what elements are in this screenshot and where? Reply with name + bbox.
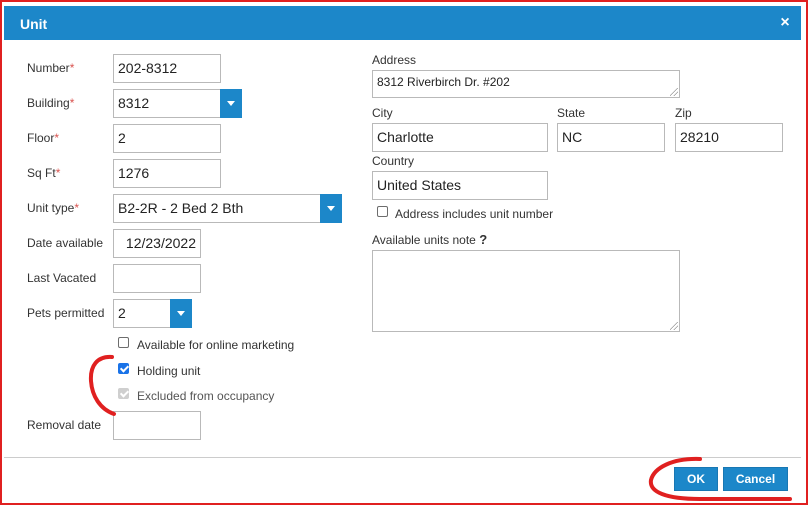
holding-unit-label: Holding unit <box>137 364 201 378</box>
city-label: City <box>372 106 393 120</box>
pets-permitted-select[interactable]: 2 <box>113 299 171 328</box>
dialog-title: Unit <box>20 16 48 32</box>
date-available-field[interactable]: 12/23/2022 <box>113 229 201 258</box>
unit-type-label: Unit type* <box>27 201 80 215</box>
unit-type-chevron-down-icon[interactable] <box>320 194 342 223</box>
address-includes-unit-checkbox[interactable] <box>377 206 388 217</box>
online-marketing-label: Available for online marketing <box>137 338 295 352</box>
building-label: Building* <box>27 96 75 110</box>
ok-button[interactable]: OK <box>674 467 718 491</box>
address-includes-unit-label: Address includes unit number <box>395 207 554 221</box>
date-available-label: Date available <box>27 236 104 250</box>
number-field[interactable]: 202-8312 <box>113 54 221 83</box>
excluded-occupancy-checkbox <box>118 388 129 399</box>
removal-date-label: Removal date <box>27 418 102 432</box>
zip-label: Zip <box>675 106 692 120</box>
resize-grip-icon[interactable] <box>670 88 678 96</box>
state-field[interactable]: NC <box>557 123 665 152</box>
country-label: Country <box>372 154 415 168</box>
number-label: Number* <box>27 61 75 75</box>
sqft-label: Sq Ft* <box>27 166 61 180</box>
dialog-titlebar: Unit × <box>4 6 801 40</box>
floor-field[interactable]: 2 <box>113 124 221 153</box>
address-value: 8312 Riverbirch Dr. #202 <box>377 75 510 89</box>
pets-permitted-label: Pets permitted <box>27 306 105 320</box>
state-label: State <box>557 106 586 120</box>
zip-field[interactable]: 28210 <box>675 123 783 152</box>
building-select[interactable]: 8312 <box>113 89 221 118</box>
city-field[interactable]: Charlotte <box>372 123 548 152</box>
pets-permitted-chevron-down-icon[interactable] <box>170 299 192 328</box>
excluded-occupancy-label: Excluded from occupancy <box>137 389 275 403</box>
available-units-note-label: Available units note ? <box>372 232 488 247</box>
available-units-note-textarea[interactable] <box>372 250 680 332</box>
holding-unit-checkbox[interactable] <box>118 363 129 374</box>
country-field[interactable]: United States <box>372 171 548 200</box>
address-textarea[interactable]: 8312 Riverbirch Dr. #202 <box>372 70 680 98</box>
online-marketing-checkbox[interactable] <box>118 337 129 348</box>
close-icon[interactable]: × <box>777 14 793 32</box>
help-icon[interactable]: ? <box>479 232 487 247</box>
removal-date-field[interactable] <box>113 411 201 440</box>
unit-type-select[interactable]: B2-2R - 2 Bed 2 Bth <box>113 194 321 223</box>
last-vacated-label: Last Vacated <box>27 271 97 285</box>
sqft-field[interactable]: 1276 <box>113 159 221 188</box>
address-label: Address <box>372 53 417 67</box>
cancel-button[interactable]: Cancel <box>723 467 788 491</box>
footer-divider <box>4 457 801 458</box>
floor-label: Floor* <box>27 131 60 145</box>
last-vacated-field[interactable] <box>113 264 201 293</box>
building-chevron-down-icon[interactable] <box>220 89 242 118</box>
resize-grip-icon[interactable] <box>670 322 678 330</box>
